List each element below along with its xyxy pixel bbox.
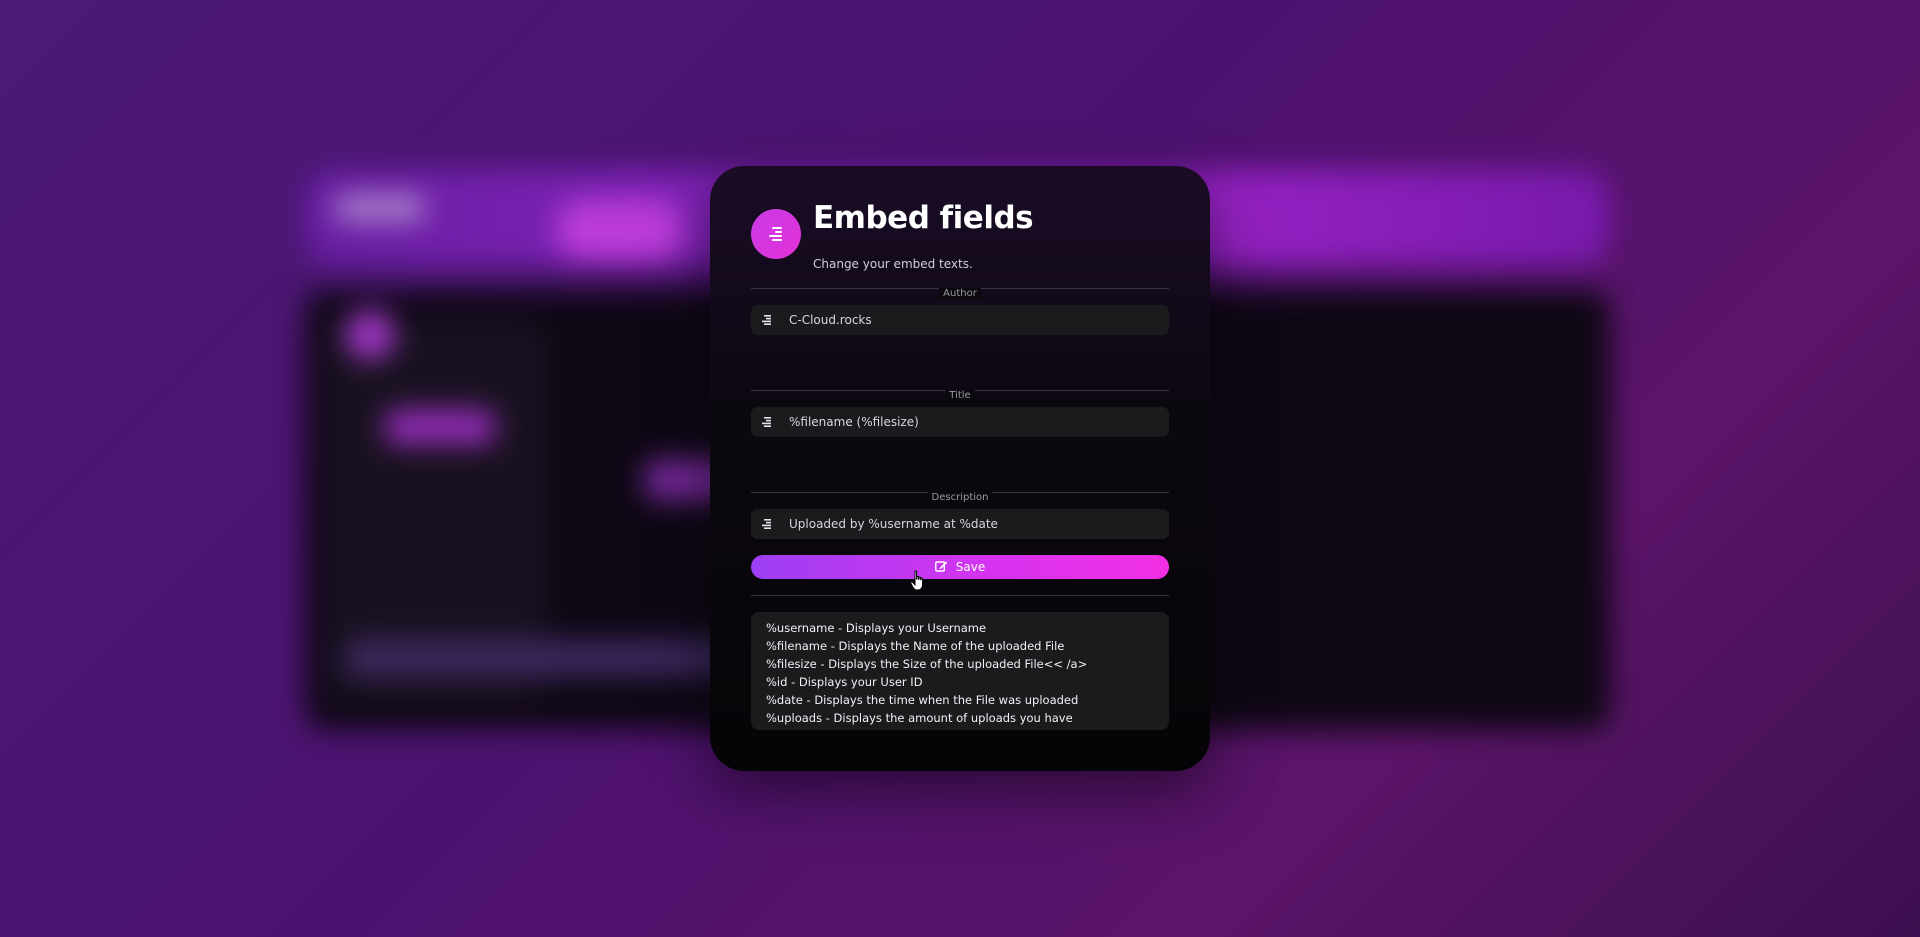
section-divider-description: Description xyxy=(751,492,1169,503)
background-chip xyxy=(385,410,495,444)
section-divider-title: Title xyxy=(751,390,1169,401)
background-avatar xyxy=(345,310,395,360)
section-label-title: Title xyxy=(945,390,975,401)
background-sidebar xyxy=(325,320,545,700)
info-line: %date - Displays the time when the File … xyxy=(766,693,1079,707)
info-line: %uploads - Displays the amount of upload… xyxy=(766,711,1073,725)
edit-icon xyxy=(934,560,948,575)
section-label-description: Description xyxy=(927,492,993,503)
info-line: %filename - Displays the Name of the upl… xyxy=(766,639,1065,653)
background-nav-pill xyxy=(555,200,685,260)
modal-title: Embed fields xyxy=(813,200,1034,236)
align-right-icon xyxy=(753,315,783,325)
align-right-icon xyxy=(753,519,783,529)
title-field[interactable] xyxy=(751,407,1169,437)
title-input[interactable] xyxy=(783,415,1169,429)
info-divider xyxy=(751,595,1169,596)
section-divider-author: Author xyxy=(751,288,1169,299)
save-button-label: Save xyxy=(955,560,986,574)
background-bar xyxy=(345,640,765,676)
description-input[interactable] xyxy=(783,517,1169,531)
background-logo xyxy=(335,195,425,221)
info-line: %filesize - Displays the Size of the upl… xyxy=(766,657,1088,671)
description-field[interactable] xyxy=(751,509,1169,539)
align-right-icon xyxy=(753,417,783,427)
section-label-author: Author xyxy=(939,288,981,299)
embed-fields-modal: Embed fields Change your embed texts. Au… xyxy=(710,166,1210,771)
author-input[interactable] xyxy=(783,313,1169,327)
info-line: %username - Displays your Username xyxy=(766,621,987,635)
align-right-icon xyxy=(751,209,801,259)
placeholder-info-box: %username - Displays your Username %file… xyxy=(751,612,1169,730)
save-button[interactable]: Save xyxy=(751,555,1169,579)
info-line: %id - Displays your User ID xyxy=(766,675,923,689)
modal-subtitle: Change your embed texts. xyxy=(813,257,973,271)
author-field[interactable] xyxy=(751,305,1169,335)
